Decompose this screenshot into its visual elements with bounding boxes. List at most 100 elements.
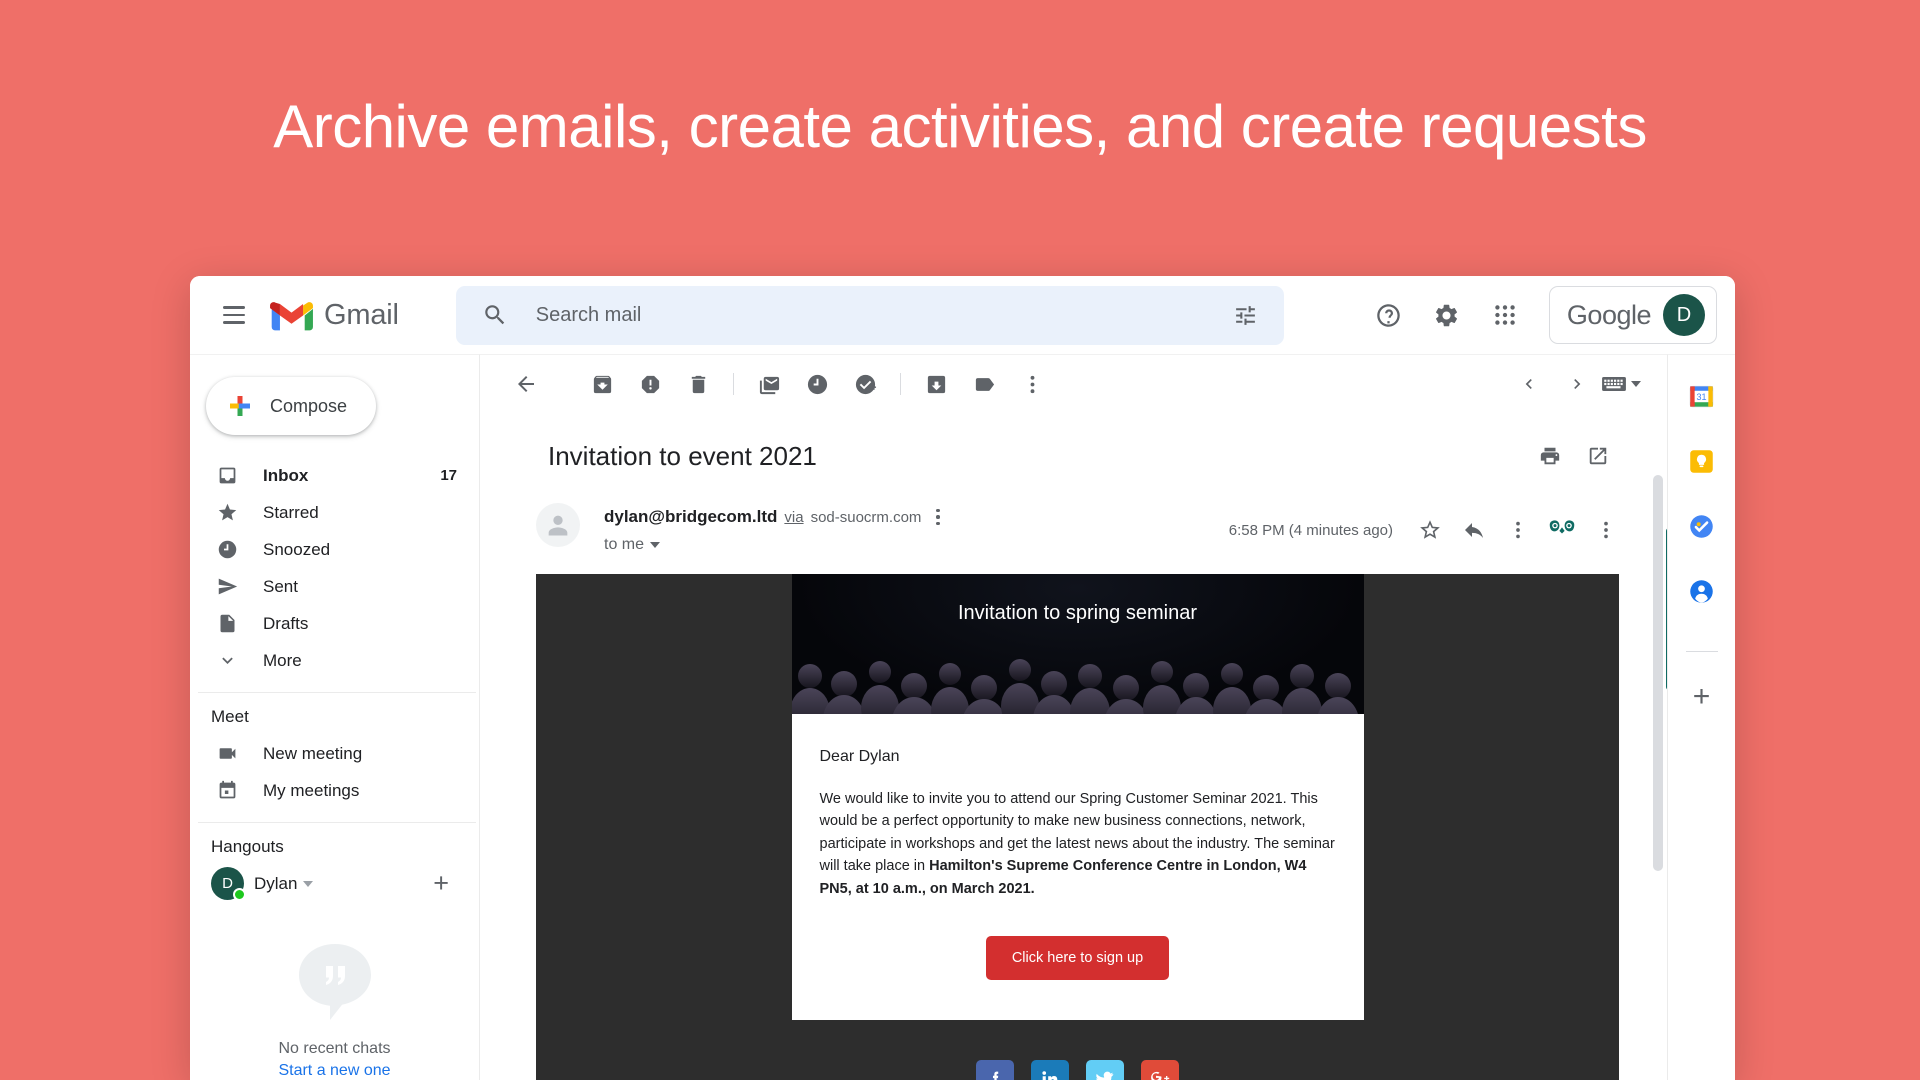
google-keep-icon[interactable] xyxy=(1688,448,1715,475)
chevron-down-icon[interactable] xyxy=(303,880,314,887)
add-to-tasks-icon[interactable] xyxy=(841,360,889,408)
email-body: Invitation to spring seminar Dear Dylan … xyxy=(536,574,1619,1080)
chevron-left-icon[interactable] xyxy=(1505,360,1553,408)
sender-info: dylan@bridgecom.ltd via sod-suocrm.com t… xyxy=(604,503,940,554)
google-calendar-icon[interactable]: 31 xyxy=(1688,383,1715,410)
label-icon[interactable] xyxy=(960,360,1008,408)
mark-unread-icon[interactable] xyxy=(745,360,793,408)
sidebar-item-label: More xyxy=(263,650,302,670)
print-icon[interactable] xyxy=(1529,435,1571,477)
trash-icon[interactable] xyxy=(674,360,722,408)
sidebar-item-label: Drafts xyxy=(263,613,309,633)
sender-row: dylan@bridgecom.ltd via sod-suocrm.com t… xyxy=(480,491,1667,554)
more-vertical-icon[interactable] xyxy=(1008,360,1056,408)
sidebar-item-sent[interactable]: Sent xyxy=(190,568,467,605)
sidebar-item-label: My meetings xyxy=(263,780,360,800)
meet-section-title: Meet xyxy=(211,707,249,726)
more-vertical-icon[interactable] xyxy=(1497,509,1539,551)
email-greeting: Dear Dylan xyxy=(819,748,900,765)
sidebar-item-label: Snoozed xyxy=(263,539,331,559)
move-to-icon[interactable] xyxy=(912,360,960,408)
chevron-right-icon[interactable] xyxy=(1553,360,1601,408)
sender-via-label: via xyxy=(784,508,804,526)
page-title: Archive emails, create activities, and c… xyxy=(273,93,1647,160)
owl-icon[interactable] xyxy=(1541,509,1583,551)
report-spam-icon[interactable] xyxy=(626,360,674,408)
sidebar-item-drafts[interactable]: Drafts xyxy=(190,605,467,642)
sidebar-item-more[interactable]: More xyxy=(190,642,467,679)
add-panel-plus-icon[interactable]: + xyxy=(1693,682,1711,712)
hamburger-icon[interactable] xyxy=(210,291,258,339)
email-timestamp: 6:58 PM (4 minutes ago) xyxy=(1228,521,1393,539)
back-arrow-icon[interactable] xyxy=(502,360,550,408)
hangouts-user-name: Dylan xyxy=(254,873,298,893)
facebook-icon[interactable] xyxy=(976,1060,1014,1080)
chevron-down-icon[interactable] xyxy=(1631,381,1641,387)
reply-icon[interactable] xyxy=(1453,509,1495,551)
star-icon xyxy=(215,502,239,523)
sidebar-item-starred[interactable]: Starred xyxy=(190,494,467,531)
twitter-icon[interactable] xyxy=(1086,1060,1124,1080)
apps-grid-icon[interactable] xyxy=(1479,289,1531,341)
sidebar-item-snoozed[interactable]: Snoozed xyxy=(190,531,467,568)
actions-menu-more-icon[interactable] xyxy=(1585,509,1627,551)
app-body: Compose Inbox 17 Starred Snoozed Sent Dr… xyxy=(190,354,1735,1080)
mail-scroll-area: Invitation to event 2021 dylan@bridgecom… xyxy=(480,413,1667,1080)
email-actions: 6:58 PM (4 minutes ago) xyxy=(1229,503,1667,551)
gmail-mark-icon xyxy=(270,301,313,330)
chevron-down-icon xyxy=(215,650,239,671)
email-card: Invitation to spring seminar Dear Dylan … xyxy=(791,574,1364,1080)
chevron-down-icon[interactable] xyxy=(650,542,661,548)
compose-button[interactable]: Compose xyxy=(206,377,376,435)
inbox-count: 17 xyxy=(440,467,457,484)
main-pane: Invitation to event 2021 dylan@bridgecom… xyxy=(480,354,1667,1080)
sidebar-item-my-meetings[interactable]: My meetings xyxy=(190,772,467,809)
sidebar-item-label: Inbox xyxy=(263,465,309,485)
keyboard-shortcut-selector[interactable] xyxy=(1601,374,1641,394)
sidebar-item-inbox[interactable]: Inbox 17 xyxy=(190,457,467,494)
search-bar[interactable] xyxy=(455,285,1284,345)
recipient-label: to me xyxy=(604,536,645,553)
gmail-logo[interactable]: Gmail xyxy=(270,299,399,332)
google-contacts-icon[interactable] xyxy=(1688,578,1715,605)
recipient-row[interactable]: to me xyxy=(604,536,940,554)
help-icon[interactable] xyxy=(1363,289,1415,341)
star-outline-icon[interactable] xyxy=(1409,509,1451,551)
start-new-chat-link[interactable]: Start a new one xyxy=(278,1062,390,1080)
linkedin-icon[interactable] xyxy=(1031,1060,1069,1080)
archive-icon[interactable] xyxy=(578,360,626,408)
sidebar-item-label: Sent xyxy=(263,576,298,596)
avatar[interactable]: D xyxy=(1663,294,1705,336)
hangouts-user[interactable]: D Dylan + xyxy=(190,867,479,901)
plus-icon[interactable]: + xyxy=(433,870,449,897)
gear-icon[interactable] xyxy=(1421,289,1473,341)
no-chats-label: No recent chats xyxy=(278,1040,391,1057)
sidebar-nav: Inbox 17 Starred Snoozed Sent Drafts Mor… xyxy=(190,457,479,679)
divider xyxy=(900,373,901,395)
sender-via-host: sod-suocrm.com xyxy=(810,508,922,526)
divider xyxy=(733,373,734,395)
top-bar-actions: Google D xyxy=(1363,286,1735,344)
search-icon xyxy=(484,305,504,325)
sender-more-icon[interactable] xyxy=(936,508,940,526)
sidebar-item-new-meeting[interactable]: New meeting xyxy=(190,735,467,772)
account-chip[interactable]: Google D xyxy=(1548,286,1717,344)
subject-row: Invitation to event 2021 xyxy=(480,413,1667,491)
sender-line-primary: dylan@bridgecom.ltd via sod-suocrm.com xyxy=(604,507,940,527)
vertical-scrollbar[interactable] xyxy=(1653,475,1663,871)
signup-button[interactable]: Click here to sign up xyxy=(985,936,1170,981)
sender-email: dylan@bridgecom.ltd xyxy=(604,507,778,526)
mail-toolbar xyxy=(480,355,1667,413)
google-tasks-icon[interactable] xyxy=(1688,513,1715,540)
search-input[interactable] xyxy=(535,303,1233,327)
open-in-new-icon[interactable] xyxy=(1577,435,1619,477)
snooze-clock-icon[interactable] xyxy=(793,360,841,408)
tune-icon[interactable] xyxy=(1233,303,1258,328)
sidebar-item-label: Starred xyxy=(263,502,319,522)
sidebar: Compose Inbox 17 Starred Snoozed Sent Dr… xyxy=(190,354,480,1080)
calendar-icon xyxy=(215,780,239,801)
email-subject: Invitation to event 2021 xyxy=(548,440,817,471)
side-panel-rail: 31 + xyxy=(1667,354,1735,1080)
banner-title: Invitation to spring seminar xyxy=(957,602,1197,624)
google-plus-icon[interactable] xyxy=(1141,1060,1179,1080)
